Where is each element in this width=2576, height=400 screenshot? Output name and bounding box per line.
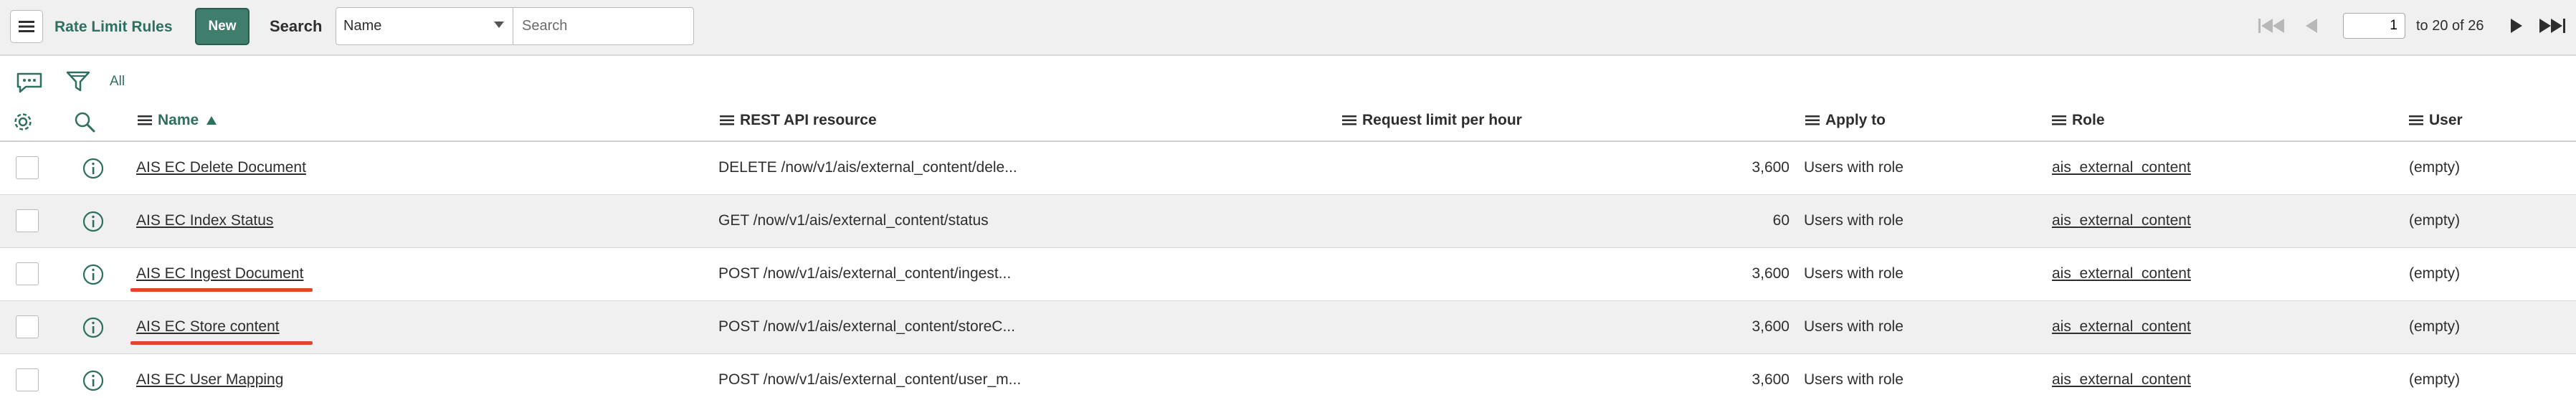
column-menu-icon[interactable] [2052,115,2066,126]
list-header: Rate Limit Rules New Search Name to 20 o… [0,0,2576,56]
column-resource[interactable]: REST API resource [720,112,877,129]
row-user: (empty) [2409,159,2461,176]
row-user: (empty) [2409,265,2461,282]
row-resource: DELETE /now/v1/ais/external_content/dele… [718,159,1017,176]
chevron-down-icon [494,22,504,28]
last-page-icon[interactable] [2538,16,2567,36]
search-field-select[interactable]: Name [336,7,513,45]
page-title: Rate Limit Rules [54,19,173,35]
breadcrumb-all[interactable]: All [110,74,125,90]
page-total: to 20 of 26 [2416,18,2484,34]
table-row[interactable]: AIS EC Store content POST /now/v1/ais/ex… [0,301,2576,354]
row-apply: Users with role [1804,371,1904,388]
row-apply: Users with role [1804,159,1904,176]
row-checkbox[interactable] [16,315,39,338]
row-select-cell [0,195,67,247]
row-limit: 3,600 [1752,318,1790,335]
column-menu-icon[interactable] [2409,115,2423,126]
row-name-link[interactable]: AIS EC User Mapping [136,371,283,389]
filter-bar [0,56,2576,108]
row-name-link[interactable]: AIS EC Store content [136,318,280,335]
sort-ascending-icon [206,116,217,125]
column-limit-label: Request limit per hour [1362,112,1522,128]
row-select-cell [0,142,67,194]
column-header-row [0,108,2576,142]
row-user: (empty) [2409,318,2461,335]
column-menu-icon[interactable] [1342,115,1356,126]
table-row[interactable]: AIS EC Ingest Document POST /now/v1/ais/… [0,248,2576,301]
column-user-label: User [2429,112,2463,128]
column-limit[interactable]: Request limit per hour [1342,112,1522,129]
row-apply: Users with role [1804,318,1904,335]
row-name-link[interactable]: AIS EC Index Status [136,212,273,229]
filter-icon[interactable] [66,70,90,93]
row-limit: 3,600 [1752,371,1790,388]
row-name-link[interactable]: AIS EC Ingest Document [136,265,303,282]
info-icon[interactable] [82,210,105,233]
row-limit: 60 [1772,212,1790,229]
row-resource: POST /now/v1/ais/external_content/user_m… [718,371,1022,388]
row-select-cell [0,354,67,400]
annotation-underline [130,288,313,292]
hamburger-icon [19,21,34,32]
row-role-link[interactable]: ais_external_content [2052,159,2191,176]
table-row[interactable]: AIS EC Delete Document DELETE /now/v1/ai… [0,142,2576,195]
row-checkbox[interactable] [16,262,39,285]
column-user[interactable]: User [2409,112,2463,129]
row-role-link[interactable]: ais_external_content [2052,212,2191,229]
row-limit: 3,600 [1752,265,1790,282]
first-page-icon[interactable] [2258,16,2287,36]
row-select-cell [0,248,67,300]
row-checkbox[interactable] [16,209,39,232]
row-role-link[interactable]: ais_external_content [2052,318,2191,335]
row-apply: Users with role [1804,265,1904,282]
row-resource: POST /now/v1/ais/external_content/ingest… [718,265,1012,282]
column-apply-label: Apply to [1825,112,1886,128]
column-resource-label: REST API resource [740,112,877,128]
search-input[interactable] [513,7,694,45]
row-role-link[interactable]: ais_external_content [2052,265,2191,282]
table-row[interactable]: AIS EC User Mapping POST /now/v1/ais/ext… [0,354,2576,400]
activity-stream-icon[interactable] [16,72,43,93]
new-button[interactable]: New [195,8,249,45]
previous-page-icon[interactable] [2304,16,2319,36]
row-checkbox[interactable] [16,156,39,179]
info-icon[interactable] [82,157,105,180]
column-menu-icon[interactable] [720,115,734,126]
column-menu-icon[interactable] [1805,115,1820,126]
row-resource: GET /now/v1/ais/external_content/status [718,212,989,229]
column-apply[interactable]: Apply to [1805,112,1886,129]
row-resource: POST /now/v1/ais/external_content/storeC… [718,318,1015,335]
column-role-label: Role [2072,112,2105,128]
search-icon[interactable] [73,110,96,133]
row-limit: 3,600 [1752,159,1790,176]
column-name-label: Name [158,112,199,128]
row-user: (empty) [2409,212,2461,229]
column-role[interactable]: Role [2052,112,2105,129]
row-name-link[interactable]: AIS EC Delete Document [136,159,306,176]
row-role-link[interactable]: ais_external_content [2052,371,2191,389]
row-apply: Users with role [1804,212,1904,229]
info-icon[interactable] [82,263,105,286]
table-row[interactable]: AIS EC Index Status GET /now/v1/ais/exte… [0,195,2576,248]
next-page-icon[interactable] [2509,16,2524,36]
search-field-value: Name [343,18,382,34]
row-select-cell [0,301,67,353]
info-icon[interactable] [82,316,105,339]
row-checkbox[interactable] [16,368,39,391]
column-menu-icon[interactable] [138,115,152,126]
gear-icon[interactable] [12,111,34,133]
column-name[interactable]: Name [138,112,217,129]
page-number-input[interactable] [2343,13,2405,39]
annotation-underline [130,341,313,345]
search-label: Search [270,17,323,35]
list-menu-button[interactable] [10,10,43,43]
row-user: (empty) [2409,371,2461,388]
info-icon[interactable] [82,369,105,392]
